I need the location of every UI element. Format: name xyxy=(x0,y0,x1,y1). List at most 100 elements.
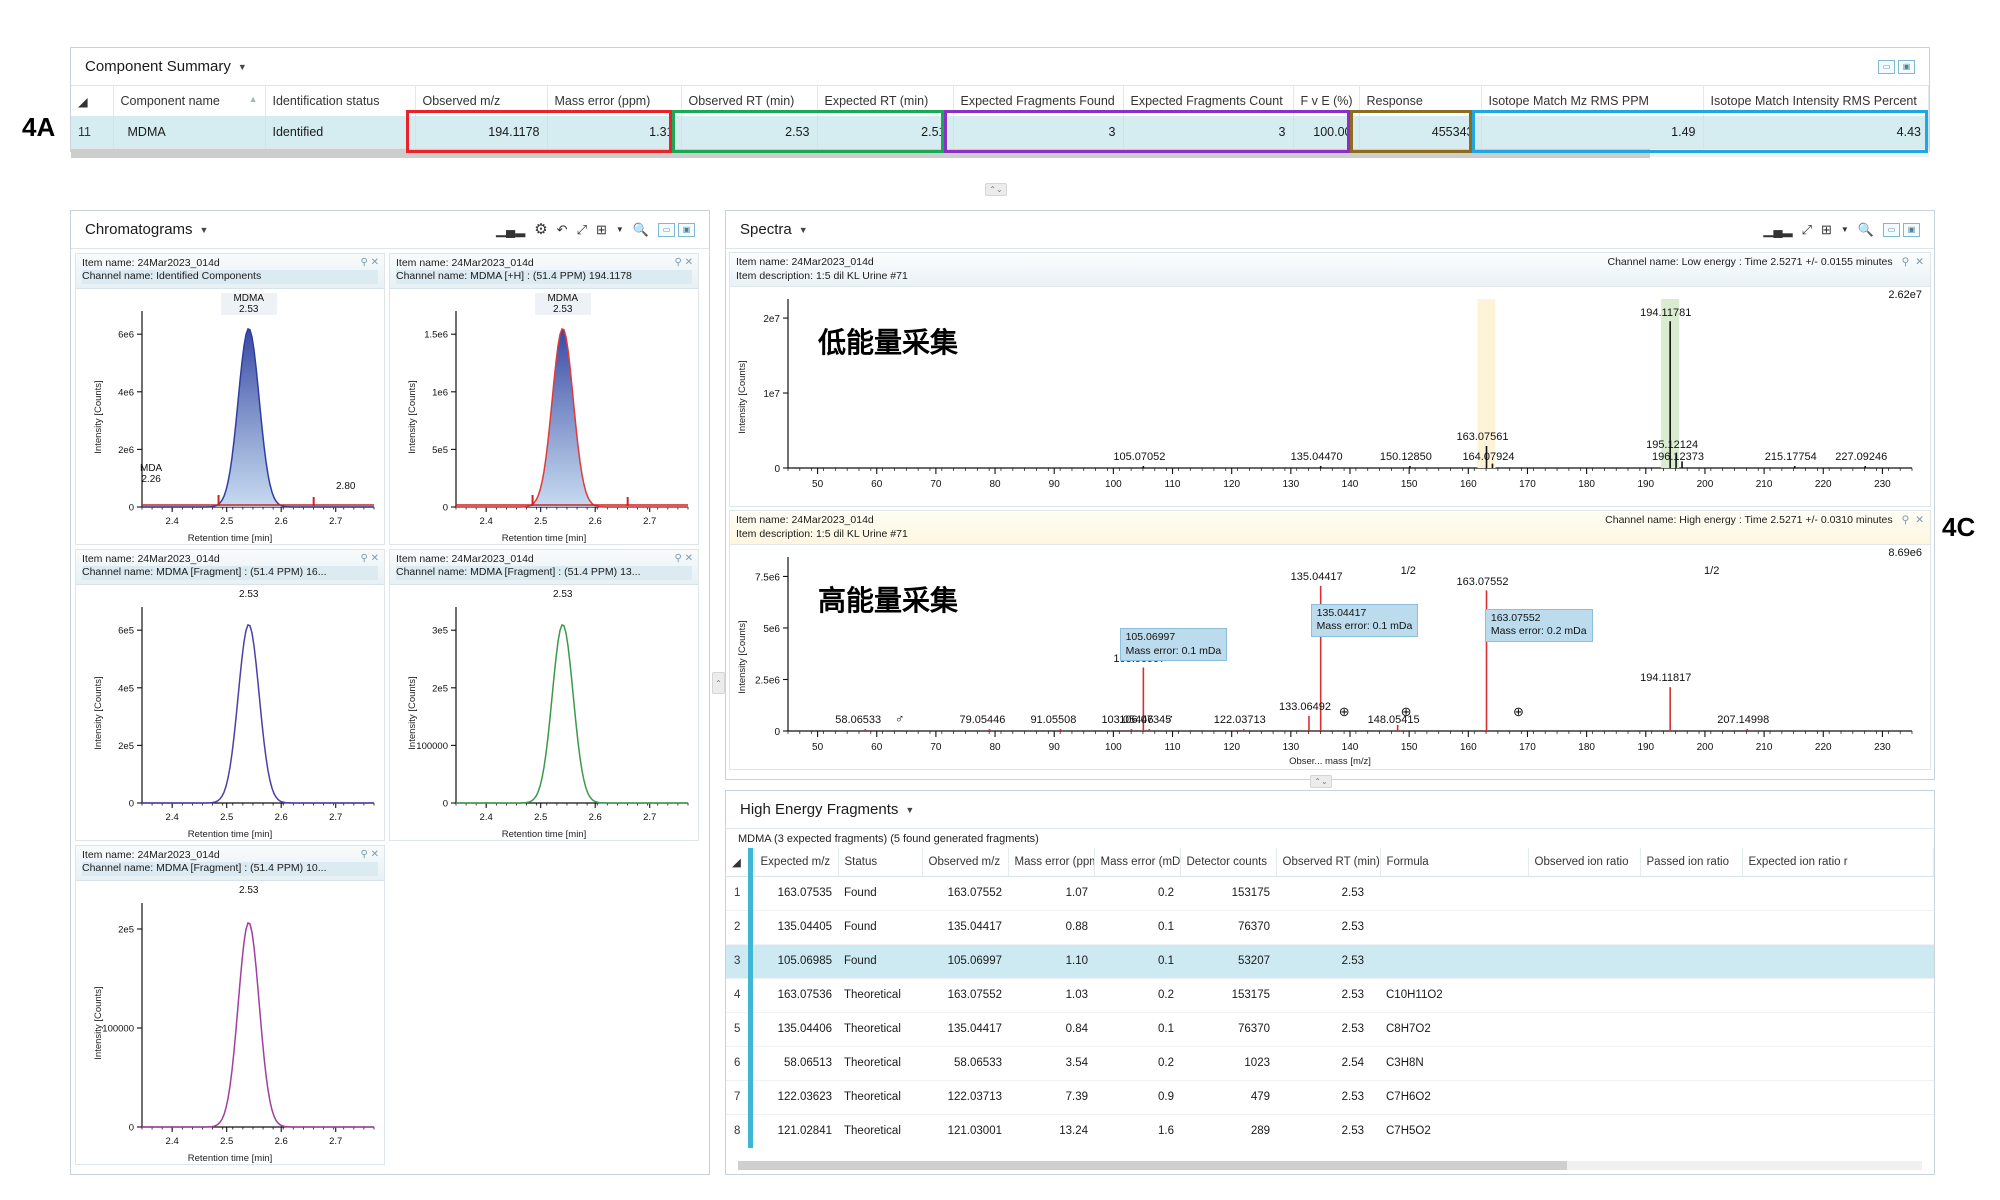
chromatogram-cell-actions[interactable]: ⚲ ✕ xyxy=(675,257,694,270)
close-icon[interactable]: ✕ xyxy=(371,849,379,860)
summary-col-observed-rt-min[interactable]: Observed RT (min) xyxy=(681,86,818,116)
component-summary-title-group[interactable]: Component Summary ▼ xyxy=(85,58,247,75)
restore-icon[interactable]: ▣ xyxy=(1903,222,1920,237)
summary-col-identification-status[interactable]: Identification status xyxy=(265,86,416,116)
close-icon[interactable]: ✕ xyxy=(1915,256,1924,268)
fragments-title-group[interactable]: High Energy Fragments ▼ xyxy=(740,801,914,818)
undo-icon[interactable]: ↶ xyxy=(557,223,568,236)
zoom-icon[interactable]: 🔍 xyxy=(633,223,649,236)
close-icon[interactable]: ✕ xyxy=(371,553,379,564)
summary-col-index[interactable]: ◢ xyxy=(71,86,114,116)
chromatogram-plot[interactable]: 0 2e6 4e6 6e6 2.4 2.5 2.6 2.7 Intensity [Counts… xyxy=(76,289,384,545)
chevron-down-icon[interactable]: ▼ xyxy=(200,225,209,235)
low-energy-plot[interactable]: 0 1e7 2e7 50 60 70 80 90 100 110 120 130 140 150 160 17… xyxy=(730,287,1930,506)
spectra-fragments-splitter[interactable]: ⌃⌄ xyxy=(1310,775,1332,788)
minimize-icon[interactable]: ▭ xyxy=(1883,222,1900,237)
summary-col-response[interactable]: Response xyxy=(1359,86,1482,116)
fragments-table-row[interactable]: 8 121.02841 Theoretical 121.03001 13.24 1.6 28… xyxy=(726,1114,1934,1148)
summary-horizontal-scrollbar[interactable] xyxy=(71,148,1929,158)
restore-icon[interactable]: ▣ xyxy=(1898,59,1915,74)
high-energy-plot[interactable]: 0 2.5e6 5e6 7.5e6 50 60 70 80 90 100 110 120 130 140 1… xyxy=(730,545,1930,769)
fragments-col-status[interactable]: Status xyxy=(838,848,923,877)
chromatogram-cell[interactable]: Item name: 24Mar2023_014d Channel name: M… xyxy=(75,549,385,841)
pin-icon[interactable]: ⚲ xyxy=(675,553,682,564)
chromatogram-cell-actions[interactable]: ⚲ ✕ xyxy=(675,553,694,566)
chevron-down-icon[interactable]: ▼ xyxy=(616,225,624,234)
fragments-table-row[interactable]: 2 135.04405 Found 135.04417 0.88 0.1 76370 2.53 xyxy=(726,910,1934,945)
summary-col-isotope-match-mz-rms-ppm[interactable]: Isotope Match Mz RMS PPM xyxy=(1481,86,1704,116)
summary-col-mass-error-ppm[interactable]: Mass error (ppm) xyxy=(547,86,682,116)
summary-col-expected-fragments-found[interactable]: Expected Fragments Found xyxy=(953,86,1124,116)
close-icon[interactable]: ✕ xyxy=(371,257,379,268)
pin-icon[interactable]: ⚲ xyxy=(1902,514,1910,526)
chevron-down-icon[interactable]: ▼ xyxy=(1841,225,1849,234)
fragments-scroll-thumb[interactable] xyxy=(738,1161,1567,1170)
overlay-icon[interactable]: ⤢ xyxy=(577,223,587,236)
fragments-col-passed-ion-ratio[interactable]: Passed ion ratio xyxy=(1640,848,1743,877)
chevron-down-icon[interactable]: ▼ xyxy=(905,805,914,815)
fragments-col-observed-rt-min[interactable]: Observed RT (min) xyxy=(1276,848,1381,877)
summary-splitter-handle[interactable]: ⌃⌄ xyxy=(985,183,1007,196)
summary-col-component-name[interactable]: Component name ▲ xyxy=(113,86,266,116)
chrom-spectra-splitter[interactable]: ⌃ xyxy=(712,672,725,694)
fragments-col-mass-error-mda[interactable]: Mass error (mDa) xyxy=(1094,848,1181,877)
overlay-icon[interactable]: ⤢ xyxy=(1802,223,1812,236)
close-icon[interactable]: ✕ xyxy=(685,257,693,268)
minimize-icon[interactable]: ▭ xyxy=(658,222,675,237)
chromatograms-title-group[interactable]: Chromatograms ▼ xyxy=(85,221,208,238)
chart-type-icon[interactable]: ⊞ xyxy=(596,223,607,236)
summary-col-observed-m-z[interactable]: Observed m/z xyxy=(415,86,548,116)
pin-icon[interactable]: ⚲ xyxy=(361,257,368,268)
close-icon[interactable]: ✕ xyxy=(1915,514,1924,526)
fragments-table-row[interactable]: 3 105.06985 Found 105.06997 1.10 0.1 53207 2.53 xyxy=(726,944,1934,979)
fragments-table-row[interactable]: 6 58.06513 Theoretical 58.06533 3.54 0.2 1023 2… xyxy=(726,1046,1934,1081)
summary-col-expected-fragments-count[interactable]: Expected Fragments Count xyxy=(1123,86,1294,116)
fragments-table-row[interactable]: 1 163.07535 Found 163.07552 1.07 0.2 153175 2.5… xyxy=(726,876,1934,911)
chromatogram-cell-actions[interactable]: ⚲ ✕ xyxy=(361,257,380,270)
summary-col-isotope-match-intensity-rms-percent[interactable]: Isotope Match Intensity RMS Percent xyxy=(1703,86,1929,116)
summary-col-expected-rt-min[interactable]: Expected RT (min) xyxy=(817,86,954,116)
close-icon[interactable]: ✕ xyxy=(685,553,693,564)
chromatogram-plot[interactable]: 0 100000 2e5 3e5 2.4 2.5 2.6 2.7 Intensity [Coun… xyxy=(390,585,698,841)
chromatogram-cell[interactable]: Item name: 24Mar2023_014d Channel name: I… xyxy=(75,253,385,545)
fragments-table-row[interactable]: 7 122.03623 Theoretical 122.03713 7.39 0.9 479… xyxy=(726,1080,1934,1115)
pin-icon[interactable]: ⚲ xyxy=(361,849,368,860)
bar-chart-icon[interactable]: ▁▄▂ xyxy=(1763,223,1792,236)
fragments-col-observed-m-z[interactable]: Observed m/z xyxy=(922,848,1009,877)
chromatogram-cell[interactable]: Item name: 24Mar2023_014d Channel name: M… xyxy=(389,549,699,841)
summary-scroll-thumb[interactable] xyxy=(71,149,1651,158)
minimize-icon[interactable]: ▭ xyxy=(1878,59,1895,74)
pin-icon[interactable]: ⚲ xyxy=(361,553,368,564)
summary-data-row[interactable]: 11 MDMA Identified 194.1178 1.31 2.53 2.51 3 3 10… xyxy=(71,116,1929,148)
chromatogram-cell[interactable]: Item name: 24Mar2023_014d Channel name: M… xyxy=(75,845,385,1165)
chromatogram-plot[interactable]: 0 100000 2e5 2.4 2.5 2.6 2.7 Intensity [Counts]… xyxy=(76,881,384,1165)
chromatogram-plot[interactable]: 0 5e5 1e6 1.5e6 2.4 2.5 2.6 2.7 Intensity [Coun… xyxy=(390,289,698,545)
fragments-cell-observed-mz: 58.06533 xyxy=(922,1046,1008,1081)
chromatogram-cell-actions[interactable]: ⚲ ✕ xyxy=(361,553,380,566)
restore-icon[interactable]: ▣ xyxy=(678,222,695,237)
fragments-col-expected-ion-ratio-r[interactable]: Expected ion ratio r xyxy=(1742,848,1934,877)
chromatogram-cell[interactable]: Item name: 24Mar2023_014d Channel name: M… xyxy=(389,253,699,545)
fragments-col-expected-m-z[interactable]: Expected m/z xyxy=(754,848,839,877)
chromatogram-plot[interactable]: 0 2e5 4e5 6e5 2.4 2.5 2.6 2.7 Intensity [Counts]… xyxy=(76,585,384,841)
gear-icon[interactable]: ⚙ xyxy=(534,222,547,237)
fragments-table-row[interactable]: 4 163.07536 Theoretical 163.07552 1.03 0.2 153… xyxy=(726,978,1934,1013)
fragments-col-detector-counts[interactable]: Detector counts xyxy=(1180,848,1277,877)
chevron-down-icon[interactable]: ▼ xyxy=(238,62,247,72)
bar-chart-icon[interactable]: ▁▄▂ xyxy=(496,223,525,236)
fragments-col-mass-error-ppm[interactable]: Mass error (ppm) xyxy=(1008,848,1095,877)
chromatogram-cell-actions[interactable]: ⚲ ✕ xyxy=(361,849,380,862)
fragments-col-observed-ion-ratio[interactable]: Observed ion ratio xyxy=(1528,848,1641,877)
fragments-table-row[interactable]: 5 135.04406 Theoretical 135.04417 0.84 0.1 763… xyxy=(726,1012,1934,1047)
pin-icon[interactable]: ⚲ xyxy=(1902,256,1910,268)
spectra-title-group[interactable]: Spectra ▼ xyxy=(740,221,808,238)
fragments-horizontal-scrollbar[interactable] xyxy=(738,1161,1922,1170)
summary-col-f-v-e[interactable]: F v E (%) xyxy=(1293,86,1360,116)
zoom-icon[interactable]: 🔍 xyxy=(1858,223,1874,236)
chevron-down-icon[interactable]: ▼ xyxy=(799,225,808,235)
fragments-col-formula[interactable]: Formula xyxy=(1380,848,1529,877)
svg-text:100: 100 xyxy=(1105,742,1122,753)
fragments-cell-expected-mz: 122.03623 xyxy=(754,1080,838,1115)
pin-icon[interactable]: ⚲ xyxy=(675,257,682,268)
chart-type-icon[interactable]: ⊞ xyxy=(1821,223,1832,236)
